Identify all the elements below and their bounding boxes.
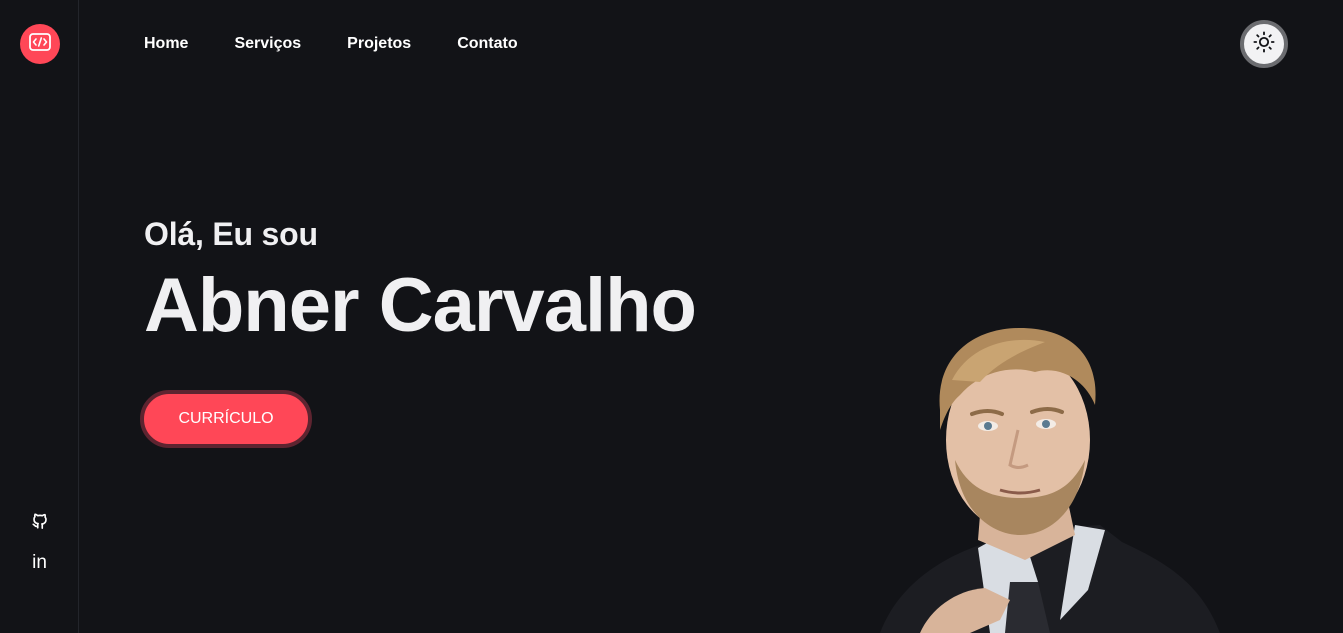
resume-button[interactable]: CURRÍCULO: [140, 390, 312, 448]
code-brackets-icon: [29, 32, 51, 56]
github-icon: [31, 512, 49, 535]
hero-name: Abner Carvalho: [144, 263, 697, 348]
page: in Home Serviços Projetos Contato Olá, E…: [0, 0, 1343, 633]
nav-item-servicos[interactable]: Serviços: [234, 34, 301, 54]
github-link[interactable]: [0, 512, 79, 534]
nav-item-contato[interactable]: Contato: [457, 34, 517, 54]
theme-toggle-button[interactable]: [1240, 20, 1288, 68]
linkedin-icon: in: [32, 552, 47, 573]
sun-icon: [1253, 30, 1275, 58]
hero-greeting: Olá, Eu sou: [144, 216, 318, 252]
logo[interactable]: [20, 24, 60, 64]
nav-item-projetos[interactable]: Projetos: [347, 34, 411, 54]
linkedin-link[interactable]: in: [0, 552, 79, 574]
nav-item-home[interactable]: Home: [144, 34, 188, 54]
profile-photo: [860, 320, 1240, 633]
sidebar: in: [0, 0, 79, 633]
main-nav: Home Serviços Projetos Contato: [144, 34, 518, 54]
